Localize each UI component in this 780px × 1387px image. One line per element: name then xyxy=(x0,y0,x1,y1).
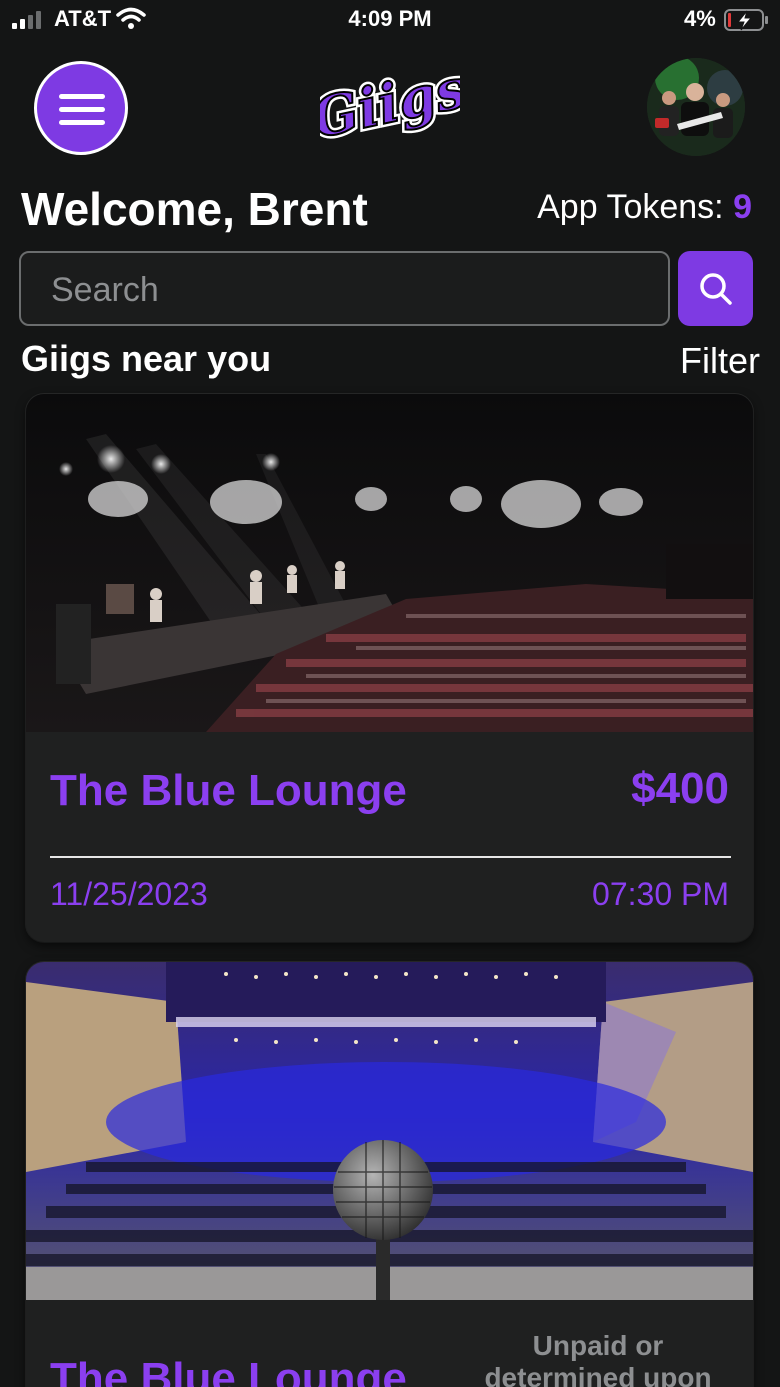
gig-image-auditorium xyxy=(26,962,753,1300)
status-time: 4:09 PM xyxy=(348,6,432,31)
filter-button[interactable]: Filter xyxy=(680,340,760,382)
app-tokens-label: App Tokens: xyxy=(537,188,724,226)
search-icon xyxy=(700,273,732,305)
section-title: Giigs near you xyxy=(21,338,272,379)
search-button[interactable] xyxy=(678,251,753,326)
gig-venue: The Blue Lounge xyxy=(50,1354,407,1387)
profile-avatar[interactable] xyxy=(647,58,745,156)
avatar-photo xyxy=(647,58,745,156)
search-input[interactable] xyxy=(51,268,651,312)
gig-price: $400 xyxy=(631,764,729,813)
gig-time: 07:30 PM xyxy=(592,876,729,912)
battery-percent: 4% xyxy=(684,6,716,31)
app-tokens-value: 9 xyxy=(733,188,752,226)
hamburger-icon-line xyxy=(59,120,105,125)
gig-date: 11/25/2023 xyxy=(50,876,208,912)
hamburger-icon-line xyxy=(59,107,105,112)
giigs-logo: Giigs Giigs xyxy=(320,56,460,154)
svg-text:Giigs: Giigs xyxy=(320,56,460,151)
gig-payment-note: Unpaid or determined upon xyxy=(484,1330,712,1387)
menu-button[interactable] xyxy=(34,61,128,155)
gig-card[interactable]: The Blue Lounge $400 11/25/2023 07:30 PM xyxy=(26,394,753,942)
search-field[interactable] xyxy=(19,251,670,326)
card-divider xyxy=(50,856,731,858)
gig-card[interactable]: The Blue Lounge Unpaid or determined upo… xyxy=(26,962,753,1387)
gig-image-concert-hall xyxy=(26,394,753,732)
welcome-heading: Welcome, Brent xyxy=(21,183,368,235)
app-tokens: App Tokens: 9 xyxy=(537,188,752,227)
gig-venue: The Blue Lounge xyxy=(50,766,407,815)
status-bar: AT&T 4:09 PM 4% xyxy=(0,0,780,40)
battery-charging-icon xyxy=(724,9,768,31)
hamburger-icon xyxy=(59,94,105,99)
app-screen: AT&T 4:09 PM 4% Giigs Giigs Welcome, Bre… xyxy=(0,0,780,1387)
